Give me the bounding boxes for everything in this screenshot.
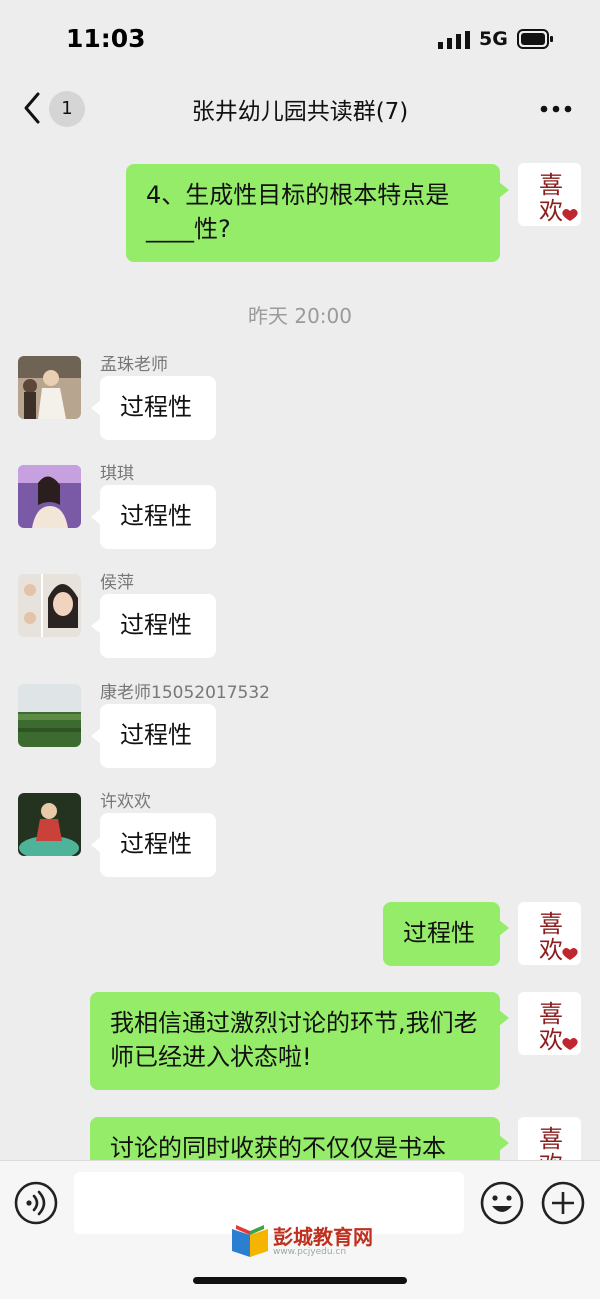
battery-icon (517, 29, 553, 49)
avatar[interactable] (18, 793, 81, 856)
status-bar: 11:03 5G (0, 0, 600, 80)
unread-badge[interactable]: 1 (49, 91, 85, 127)
message-bubble[interactable]: 过程性 (91, 594, 216, 658)
watermark: 彭城教育网 www.pcjyedu.cn (230, 1217, 390, 1261)
avatar-glyph: 欢 (539, 936, 563, 964)
self-avatar[interactable]: 喜 欢 (518, 902, 581, 965)
avatar-glyph: 喜 (539, 1125, 563, 1153)
avatar-glyph: 欢 (539, 197, 563, 225)
book-logo-icon (232, 1225, 268, 1257)
watermark-url: www.pcjyedu.cn (273, 1247, 347, 1257)
avatar-glyph: 喜 (539, 910, 563, 938)
message-bubble-self[interactable]: 我相信通过激烈讨论的环节,我们老师已经进入状态啦! (90, 992, 509, 1090)
avatar[interactable] (18, 684, 81, 747)
plus-icon[interactable] (541, 1181, 585, 1225)
status-time: 11:03 (66, 24, 146, 53)
sender-name: 琪琪 (100, 464, 134, 484)
message-bubble-self[interactable]: 4、生成性目标的根本特点是____性? (126, 164, 509, 262)
chat-title: 张井幼儿园共读群(7) (191, 99, 409, 125)
message-bubble[interactable]: 过程性 (91, 485, 216, 549)
chat-header: 1 张井幼儿园共读群(7) (0, 80, 600, 136)
signal-icon (438, 31, 470, 49)
message-bubble[interactable]: 过程性 (91, 813, 216, 877)
avatar[interactable] (18, 465, 81, 528)
sender-name: 孟珠老师 (100, 355, 168, 375)
message-bubble-self[interactable]: 过程性 (383, 902, 509, 966)
watermark-name: 彭城教育网 (273, 1225, 373, 1249)
home-indicator[interactable] (193, 1277, 407, 1284)
network-label: 5G (479, 28, 508, 50)
self-avatar[interactable]: 喜 欢 (518, 992, 581, 1055)
more-icon[interactable] (538, 94, 574, 124)
avatar[interactable] (18, 574, 81, 637)
message-bubble[interactable]: 过程性 (91, 704, 216, 768)
input-bar: 彭城教育网 www.pcjyedu.cn (0, 1160, 600, 1299)
message-bubble[interactable]: 过程性 (91, 376, 216, 440)
avatar-glyph: 喜 (539, 171, 563, 199)
voice-icon[interactable] (14, 1181, 58, 1225)
self-avatar[interactable]: 喜 欢 (518, 163, 581, 226)
sender-name: 许欢欢 (100, 792, 151, 812)
emoji-icon[interactable] (480, 1181, 524, 1225)
timestamp-divider: 昨天 20:00 (248, 304, 352, 328)
sender-name: 康老师15052017532 (100, 683, 270, 703)
chevron-left-icon[interactable] (20, 90, 46, 126)
sender-name: 侯萍 (100, 573, 134, 593)
avatar-glyph: 欢 (539, 1026, 563, 1054)
avatar[interactable] (18, 356, 81, 419)
avatar-glyph: 喜 (539, 1000, 563, 1028)
